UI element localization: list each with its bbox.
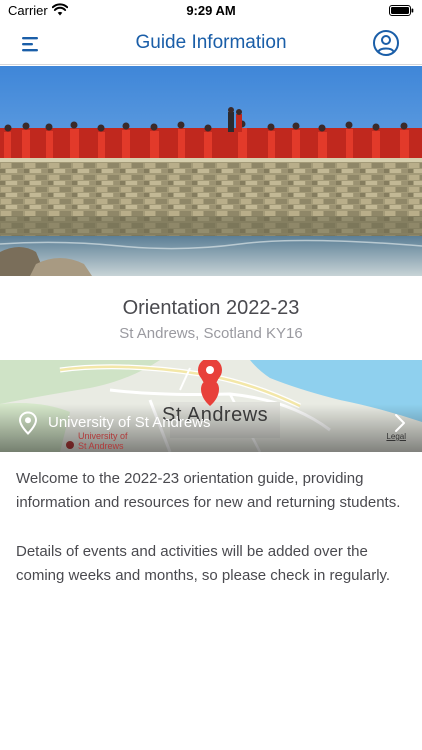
- guide-description: Welcome to the 2022-23 orientation guide…: [16, 467, 412, 588]
- page-title: Guide Information: [135, 32, 287, 53]
- hero-photo: [0, 66, 422, 276]
- profile-icon[interactable]: [372, 29, 400, 57]
- status-bar: Carrier 9:29 AM: [0, 0, 422, 22]
- hamburger-menu-icon[interactable]: [20, 34, 42, 54]
- map-location-label[interactable]: University of St Andrews: [48, 414, 211, 431]
- event-title: Orientation 2022-23: [122, 297, 300, 319]
- chevron-right-icon[interactable]: [394, 413, 406, 433]
- map-poi-label: University of St Andrews: [78, 431, 128, 451]
- intro-paragraph: Welcome to the 2022-23 orientation guide…: [16, 470, 401, 511]
- battery-icon: [389, 5, 414, 16]
- details-paragraph: Details of events and activities will be…: [16, 543, 391, 584]
- map-poi-label-line1: University of: [78, 431, 128, 441]
- navigation-bar: Guide Information: [0, 22, 422, 65]
- map-poi-label-line2: St Andrews: [78, 441, 124, 451]
- status-time: 9:29 AM: [186, 3, 236, 18]
- location-pin-icon: [18, 411, 38, 435]
- event-location: St Andrews, Scotland KY16: [119, 325, 303, 342]
- map-legal-link[interactable]: Legal: [386, 432, 406, 441]
